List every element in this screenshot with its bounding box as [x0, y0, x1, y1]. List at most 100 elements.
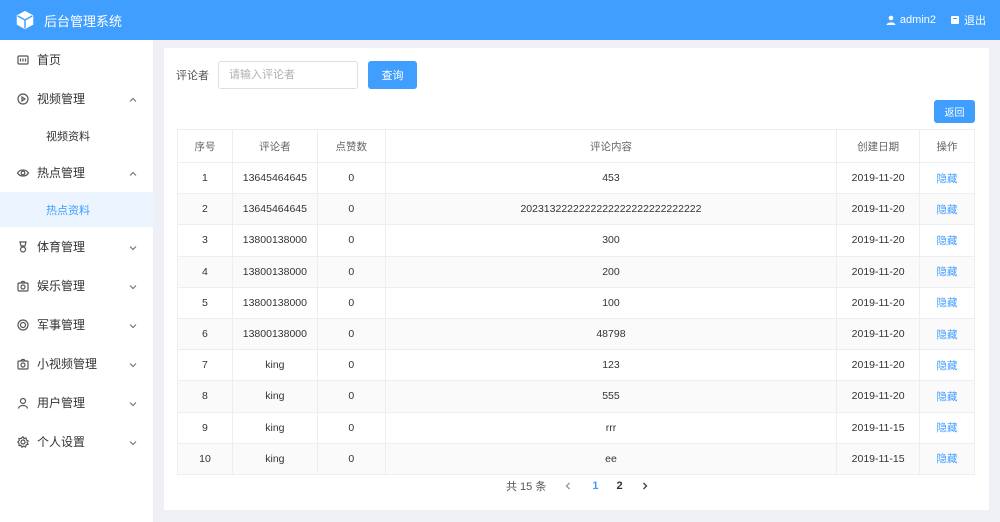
chevron-up-icon [129, 93, 137, 102]
column-header: 序号 [177, 129, 233, 163]
table-cell: 10 [177, 442, 233, 475]
sidebar-item-video[interactable]: 视频管理 [0, 79, 153, 118]
chevron-down-icon [129, 241, 137, 251]
user-menu[interactable]: admin2 [886, 14, 936, 26]
table-cell: 0 [316, 317, 386, 351]
hide-link[interactable]: 隐藏 [919, 411, 975, 444]
table-cell: 0 [316, 380, 386, 413]
column-header: 评论者 [231, 129, 318, 163]
table-row: 1 13645464645 0 453 2019-11-20 隐藏 [177, 161, 975, 195]
hide-link[interactable]: 隐藏 [919, 255, 975, 288]
hide-link[interactable]: 隐藏 [919, 380, 975, 413]
column-header: 操作 [919, 129, 975, 163]
camera-icon [17, 358, 29, 370]
table-cell: 1 [177, 161, 233, 195]
eye-icon [17, 167, 29, 179]
table-cell: 2019-11-20 [836, 317, 921, 351]
hide-link[interactable]: 隐藏 [919, 161, 975, 195]
table-cell: 2019-11-20 [836, 380, 921, 413]
table-cell: 3 [177, 224, 233, 257]
table-row: 5 13800138000 0 100 2019-11-20 隐藏 [177, 286, 975, 319]
pagination-total: 共 15 条 [506, 481, 547, 493]
logout-button[interactable]: 退出 [950, 12, 986, 28]
app-title: 后台管理系统 [44, 13, 123, 29]
back-button[interactable]: 返回 [934, 100, 975, 123]
table-cell: 2023132222222222222222222222222 [384, 193, 838, 226]
table-cell: rrr [384, 411, 838, 444]
sidebar: 首页 视频管理 视频资料 热点管理 热点资料 体育管理 娱乐管理 军事管理 小视… [0, 40, 153, 522]
comments-table: 序号 评论者 点赞数 评论内容 创建日期 操作 1 13645464645 0 453… [177, 129, 975, 475]
table-cell: 2019-11-20 [836, 349, 921, 382]
table-row: 10 king 0 ee 2019-11-15 隐藏 [177, 442, 975, 475]
sidebar-item-hotspot[interactable]: 热点管理 [0, 153, 153, 192]
sidebar-item-users[interactable]: 用户管理 [0, 383, 153, 422]
chevron-down-icon [129, 280, 137, 290]
hide-link[interactable]: 隐藏 [919, 442, 975, 475]
sidebar-item-settings[interactable]: 个人设置 [0, 422, 153, 461]
username: admin2 [899, 14, 936, 26]
table-cell: 13800138000 [231, 255, 318, 288]
table-cell: 2019-11-20 [836, 286, 921, 319]
video-icon [17, 92, 29, 105]
sidebar-item-military[interactable]: 军事管理 [0, 305, 153, 344]
hide-link[interactable]: 隐藏 [919, 317, 975, 351]
table-cell: ee [384, 442, 838, 475]
table-cell: 0 [316, 349, 386, 382]
commenter-search-input[interactable] [218, 61, 358, 89]
table-cell: king [231, 380, 318, 413]
table-cell: 2019-11-20 [836, 161, 921, 195]
hide-link[interactable]: 隐藏 [919, 193, 975, 226]
home-icon [17, 54, 29, 66]
column-header: 创建日期 [836, 129, 921, 163]
table-cell: 8 [177, 380, 233, 413]
target-icon [17, 318, 29, 331]
table-cell: 200 [384, 255, 838, 288]
cube-logo-icon [16, 10, 34, 30]
table-row: 7 king 0 123 2019-11-20 隐藏 [177, 349, 975, 382]
table-row: 8 king 0 555 2019-11-20 隐藏 [177, 380, 975, 413]
medal-icon [17, 240, 29, 253]
sidebar-item-entertainment[interactable]: 娱乐管理 [0, 266, 153, 305]
table-row: 6 13800138000 0 48798 2019-11-20 隐藏 [177, 317, 975, 351]
table-cell: 2019-11-20 [836, 255, 921, 288]
sidebar-item-sports[interactable]: 体育管理 [0, 227, 153, 266]
chevron-up-icon [129, 167, 137, 176]
table-cell: 13800138000 [231, 286, 318, 319]
table-cell: 9 [177, 411, 233, 444]
table-cell: 0 [316, 255, 386, 288]
table-cell: 0 [316, 442, 386, 475]
sidebar-subitem-hotspot-data[interactable]: 热点资料 [0, 192, 153, 227]
gear-icon [17, 435, 29, 448]
table-cell: 0 [316, 411, 386, 444]
hide-link[interactable]: 隐藏 [919, 224, 975, 257]
page-number-2[interactable]: 2 [616, 480, 622, 492]
table-cell: 7 [177, 349, 233, 382]
table-cell: 2 [177, 193, 233, 226]
sidebar-item-label: 热点管理 [37, 166, 86, 180]
sidebar-item-label: 个人设置 [37, 435, 86, 449]
next-page-icon[interactable] [641, 481, 651, 491]
table-cell: king [231, 442, 318, 475]
page-number-1[interactable]: 1 [592, 480, 598, 492]
table-cell: 13645464645 [231, 193, 318, 226]
table-cell: 2019-11-15 [836, 442, 921, 475]
hide-link[interactable]: 隐藏 [919, 349, 975, 382]
sidebar-item-short-video[interactable]: 小视频管理 [0, 344, 153, 383]
table-header-row: 序号 评论者 点赞数 评论内容 创建日期 操作 [177, 129, 975, 163]
sidebar-item-label: 体育管理 [37, 240, 86, 254]
table-cell: 123 [384, 349, 838, 382]
logout-label: 退出 [964, 15, 986, 27]
table-cell: 4 [177, 255, 233, 288]
sidebar-subitem-video-data[interactable]: 视频资料 [0, 118, 153, 153]
sidebar-item-home[interactable]: 首页 [0, 40, 153, 79]
table-cell: 13645464645 [231, 161, 318, 195]
column-header: 点赞数 [316, 129, 386, 163]
column-header: 评论内容 [384, 129, 838, 163]
table-cell: 100 [384, 286, 838, 319]
prev-page-icon[interactable] [564, 481, 574, 491]
table-cell: 2019-11-20 [836, 193, 921, 226]
camera-icon [17, 280, 29, 292]
top-header: 后台管理系统 admin2 退出 [0, 0, 1000, 40]
query-button[interactable]: 查询 [368, 61, 417, 89]
hide-link[interactable]: 隐藏 [919, 286, 975, 319]
